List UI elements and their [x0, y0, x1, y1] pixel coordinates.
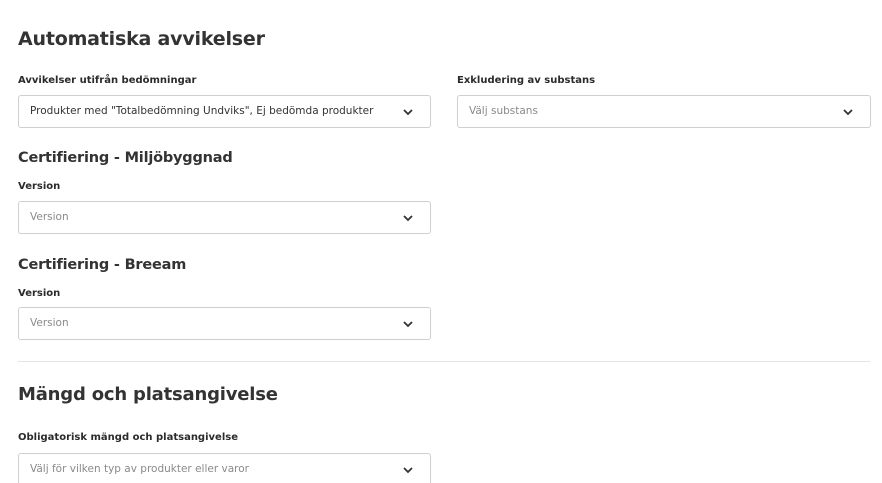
quantity-label: Obligatorisk mängd och platsangivelse — [18, 432, 238, 443]
breeam-version-placeholder: Version — [30, 317, 69, 329]
chevron-down-icon — [403, 215, 413, 222]
section-title-quantity: Mängd och platsangivelse — [18, 384, 278, 405]
section-title-miljobyggnad: Certifiering - Miljöbyggnad — [18, 150, 233, 166]
breeam-version-label: Version — [18, 288, 61, 299]
quantity-select-placeholder: Välj för vilken typ av produkter eller v… — [30, 463, 249, 475]
section-title-automatic: Automatiska avvikelser — [18, 28, 265, 50]
assessment-select[interactable]: Produkter med "Totalbedömning Undviks", … — [18, 95, 431, 128]
quantity-select[interactable]: Välj för vilken typ av produkter eller v… — [18, 453, 431, 483]
substance-label: Exkludering av substans — [457, 75, 596, 86]
miljobyggnad-version-placeholder: Version — [30, 211, 69, 223]
miljobyggnad-version-label: Version — [18, 181, 61, 192]
chevron-down-icon — [403, 467, 413, 474]
chevron-down-icon — [843, 109, 853, 116]
substance-select[interactable]: Välj substans — [457, 95, 871, 128]
breeam-version-select[interactable]: Version — [18, 307, 431, 340]
section-title-breeam: Certifiering - Breeam — [18, 257, 187, 273]
chevron-down-icon — [403, 321, 413, 328]
assessment-select-value: Produkter med "Totalbedömning Undviks", … — [30, 105, 374, 117]
substance-select-placeholder: Välj substans — [469, 105, 538, 117]
assessment-label: Avvikelser utifrån bedömningar — [18, 75, 197, 86]
miljobyggnad-version-select[interactable]: Version — [18, 201, 431, 234]
chevron-down-icon — [403, 109, 413, 116]
section-divider — [18, 361, 870, 362]
